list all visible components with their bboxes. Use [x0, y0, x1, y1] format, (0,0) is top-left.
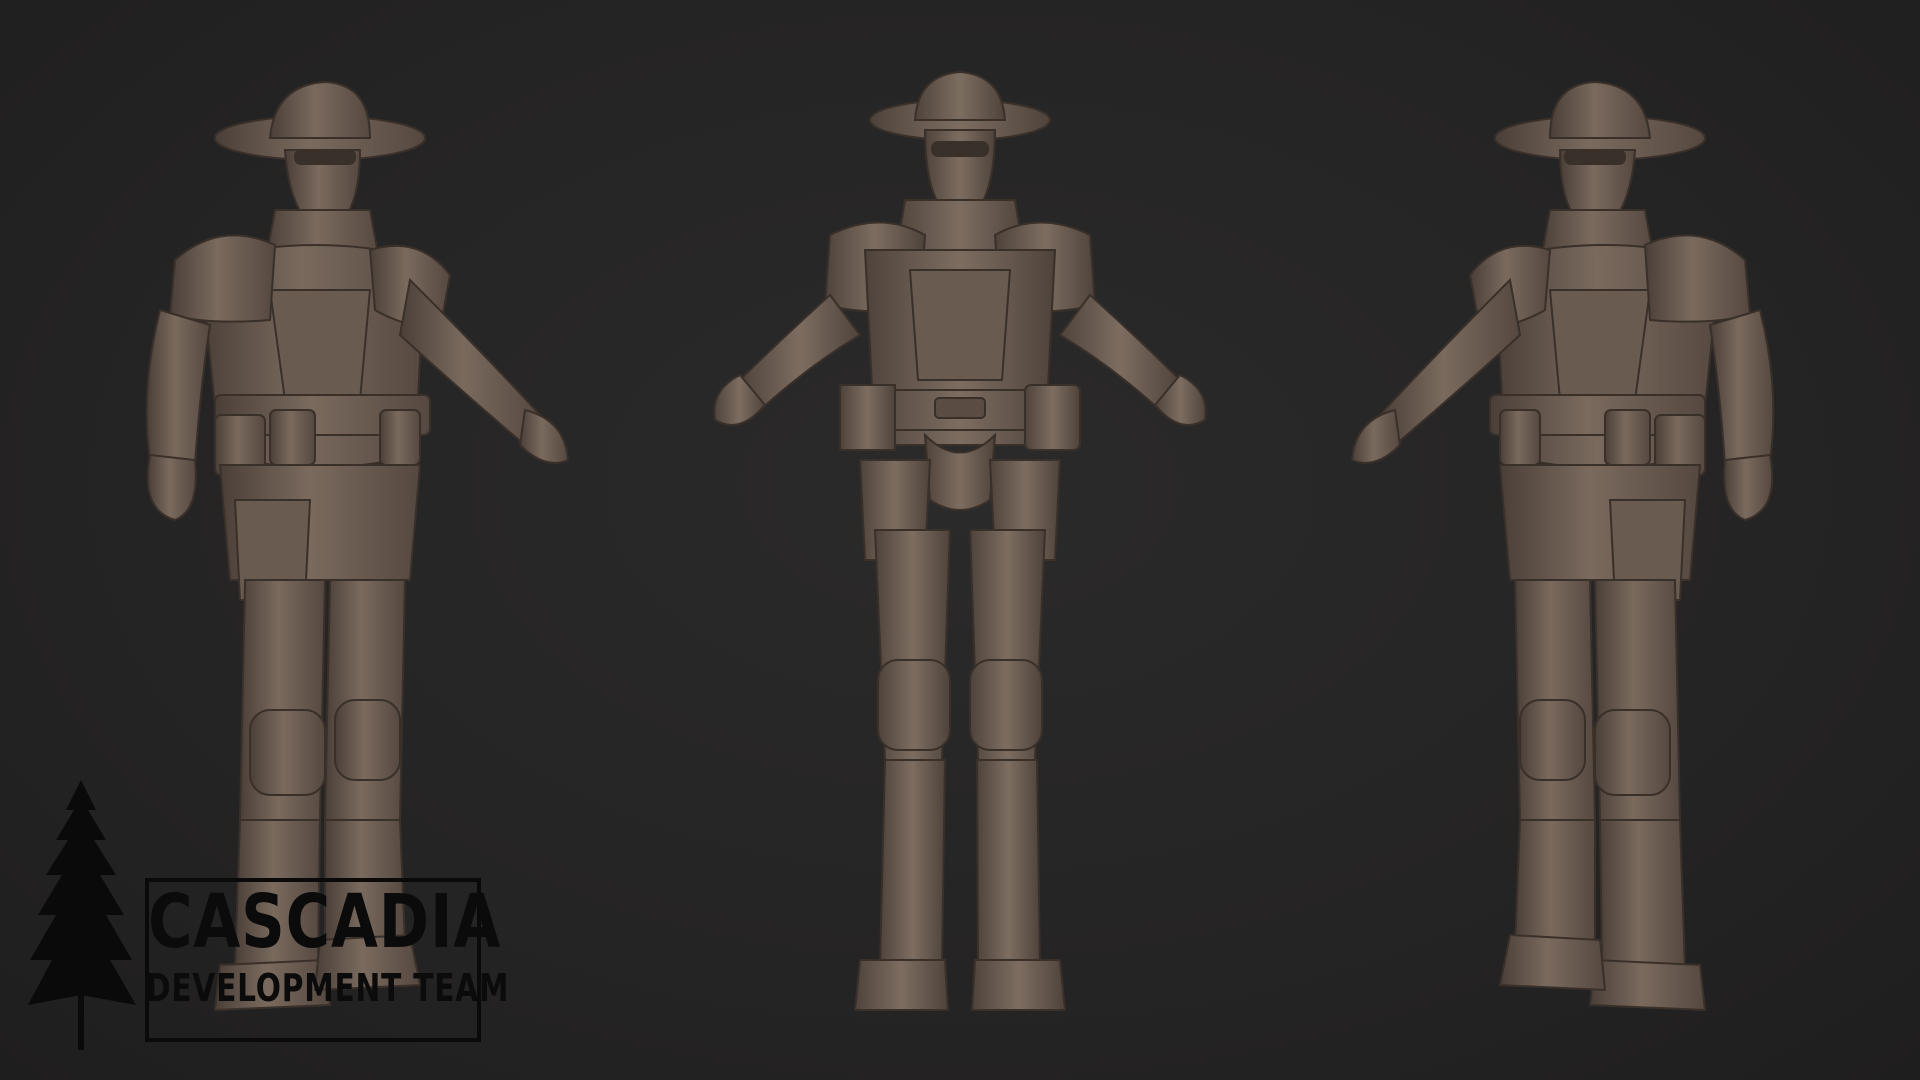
- render-viewport: CASCADIA DEVELOPMENT TEAM: [0, 0, 1920, 1080]
- character-sculpt-front: [713, 70, 1207, 1011]
- logo-title: CASCADIA: [148, 879, 502, 965]
- cascadia-logo: CASCADIA DEVELOPMENT TEAM: [28, 780, 510, 1050]
- character-sculpt-three-quarter-right: [1350, 80, 1775, 1012]
- pine-tree-icon: [28, 780, 136, 1050]
- logo-subtitle: DEVELOPMENT TEAM: [146, 966, 510, 1010]
